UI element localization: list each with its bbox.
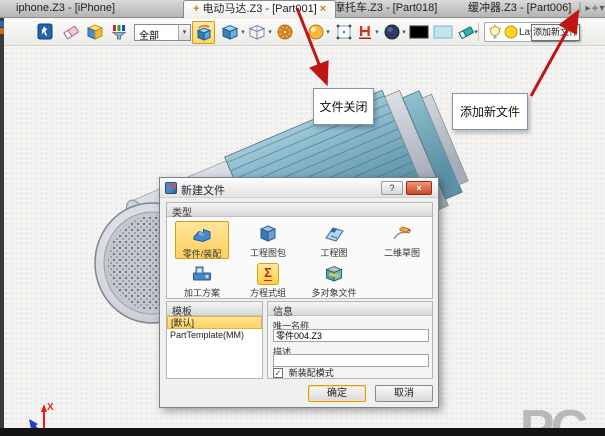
assembly-mode-checkbox-row: ✓ 新装配模式 [273,366,334,378]
tab-motorcycle[interactable]: 摩托车.Z3 - [Part018] [334,0,437,18]
drawing-icon [323,223,345,245]
window-bottom-edge [0,428,605,436]
type-item-drawing-package[interactable]: 工程图包 [241,221,295,259]
type-groupbox: 类型 零件/装配 工程图包 工程图 [166,202,433,299]
chevron-down-icon[interactable]: ▾ [400,28,408,36]
type-item-equation-set[interactable]: Σ 方程式组 [241,261,295,299]
cube-yellow-icon[interactable] [86,23,104,41]
iso-view-button-active[interactable] [192,21,215,44]
part-assembly-icon [191,224,213,246]
exit-icon[interactable] [36,23,54,41]
document-tab-bar: iphone.Z3 - [iPhone] +电动马达.Z3 - [Part001… [0,0,605,18]
tab-label: 摩托车.Z3 - [Part018] [334,2,437,14]
x-axis-label: X [47,402,54,413]
tab-close-icon[interactable]: × [317,3,329,15]
chevron-down-icon[interactable]: ▾ [324,28,332,36]
template-groupbox: 模板 [默认] PartTemplate(MM) [166,301,263,379]
type-item-label: 二维草图 [375,246,429,259]
type-item-label: 工程图 [307,246,361,259]
dock-icon [0,28,4,34]
multi-object-icon [323,263,345,285]
sketch-icon [391,223,413,245]
dialog-app-icon [165,182,177,194]
assembly-mode-label: 新装配模式 [289,368,334,378]
new-file-dialog: 新建文件 ? × 类型 零件/装配 工程图包 工 [159,177,439,408]
tab-label: 电动马达.Z3 - [Part001] [202,3,316,15]
template-group-header: 模板 [167,302,262,316]
corner-box-icon[interactable] [335,23,353,41]
type-item-drawing[interactable]: 工程图 [307,221,361,259]
callout-close-file: 文件关闭 [313,88,374,125]
bulb-icon[interactable] [487,24,503,40]
equation-set-icon: Σ [257,263,279,285]
black-swatch[interactable] [409,23,429,41]
tab-iphone[interactable]: iphone.Z3 - [iPhone] [16,0,115,18]
add-file-tooltip: 添加新文件 [531,24,580,41]
dialog-title: 新建文件 [181,182,225,198]
info-group-header: 信息 [268,302,432,316]
dialog-close-button[interactable]: × [406,181,432,195]
eraser-icon[interactable] [62,23,80,41]
application-window: iphone.Z3 - [iPhone] +电动马达.Z3 - [Part001… [0,0,605,436]
ok-button[interactable]: 确定 [308,385,366,402]
tab-list-menu-icon[interactable]: ▾ [598,0,605,18]
wheel-icon[interactable] [276,23,294,41]
shaded-display-icon[interactable] [221,23,239,41]
chevron-down-icon[interactable]: ▾ [178,25,190,40]
chevron-down-icon[interactable]: ▾ [373,28,381,36]
chevron-down-icon[interactable]: ▾ [266,28,274,36]
dock-icon [0,21,4,27]
docked-panel-edge[interactable] [0,18,4,428]
type-item-cam-plan[interactable]: 加工方案 [175,261,229,299]
type-item-2d-sketch[interactable]: 二维草图 [375,221,429,259]
type-item-label: 零件/装配 [176,247,228,260]
template-item-default[interactable]: [默认] [167,316,262,329]
checkbox-checked-icon[interactable]: ✓ [273,368,283,378]
template-item-part-template[interactable]: PartTemplate(MM) [167,329,262,342]
type-item-label: 多对象文件 [307,286,361,299]
tab-label: 缓冲器.Z3 - [Part006] [468,2,571,14]
color-filter-icon[interactable] [110,23,128,41]
tab-motor-active[interactable]: +电动马达.Z3 - [Part001]× [183,0,336,18]
tab-modified-indicator: + [190,3,202,15]
ball-icon[interactable] [307,23,325,41]
filter-dropdown[interactable]: 全部 ▾ [134,24,191,41]
dialog-titlebar[interactable]: 新建文件 ? × [160,178,438,198]
filter-dropdown-value: 全部 [139,27,159,42]
unique-name-field[interactable] [273,329,429,342]
callout-text: 文件关闭 [319,98,367,115]
type-item-label: 方程式组 [241,286,295,299]
main-toolbar: 全部 ▾ ▾ ▾ ▾ ▾ ▾ [4,19,605,46]
wireframe-display-icon[interactable] [248,23,266,41]
info-groupbox: 信息 唯一名称 描述 ✓ 新装配模式 [267,301,433,379]
sphere-dark-icon[interactable] [383,23,401,41]
type-item-label: 工程图包 [241,246,295,259]
cam-plan-icon [191,263,213,285]
type-item-part-assembly[interactable]: 零件/装配 [175,221,229,259]
type-item-label: 加工方案 [175,286,229,299]
callout-text: 添加新文件 [460,103,520,120]
dialog-help-button[interactable]: ? [381,181,403,195]
hatch-icon[interactable] [356,23,374,41]
type-item-multi-object[interactable]: 多对象文件 [307,261,361,299]
drawing-package-icon [257,223,279,245]
layer-color-icon[interactable] [503,24,519,40]
chevron-down-icon[interactable]: ▾ [239,28,247,36]
blue-swatch[interactable] [433,23,453,41]
cancel-button[interactable]: 取消 [375,385,433,402]
callout-add-file: 添加新文件 [452,93,528,130]
type-group-header: 类型 [167,203,432,217]
toolbar-separator [478,23,479,41]
tab-label: iphone.Z3 - [iPhone] [16,2,115,14]
tab-buffer[interactable]: 缓冲器.Z3 - [Part006] [468,0,571,18]
sigma-glyph: Σ [264,266,272,281]
